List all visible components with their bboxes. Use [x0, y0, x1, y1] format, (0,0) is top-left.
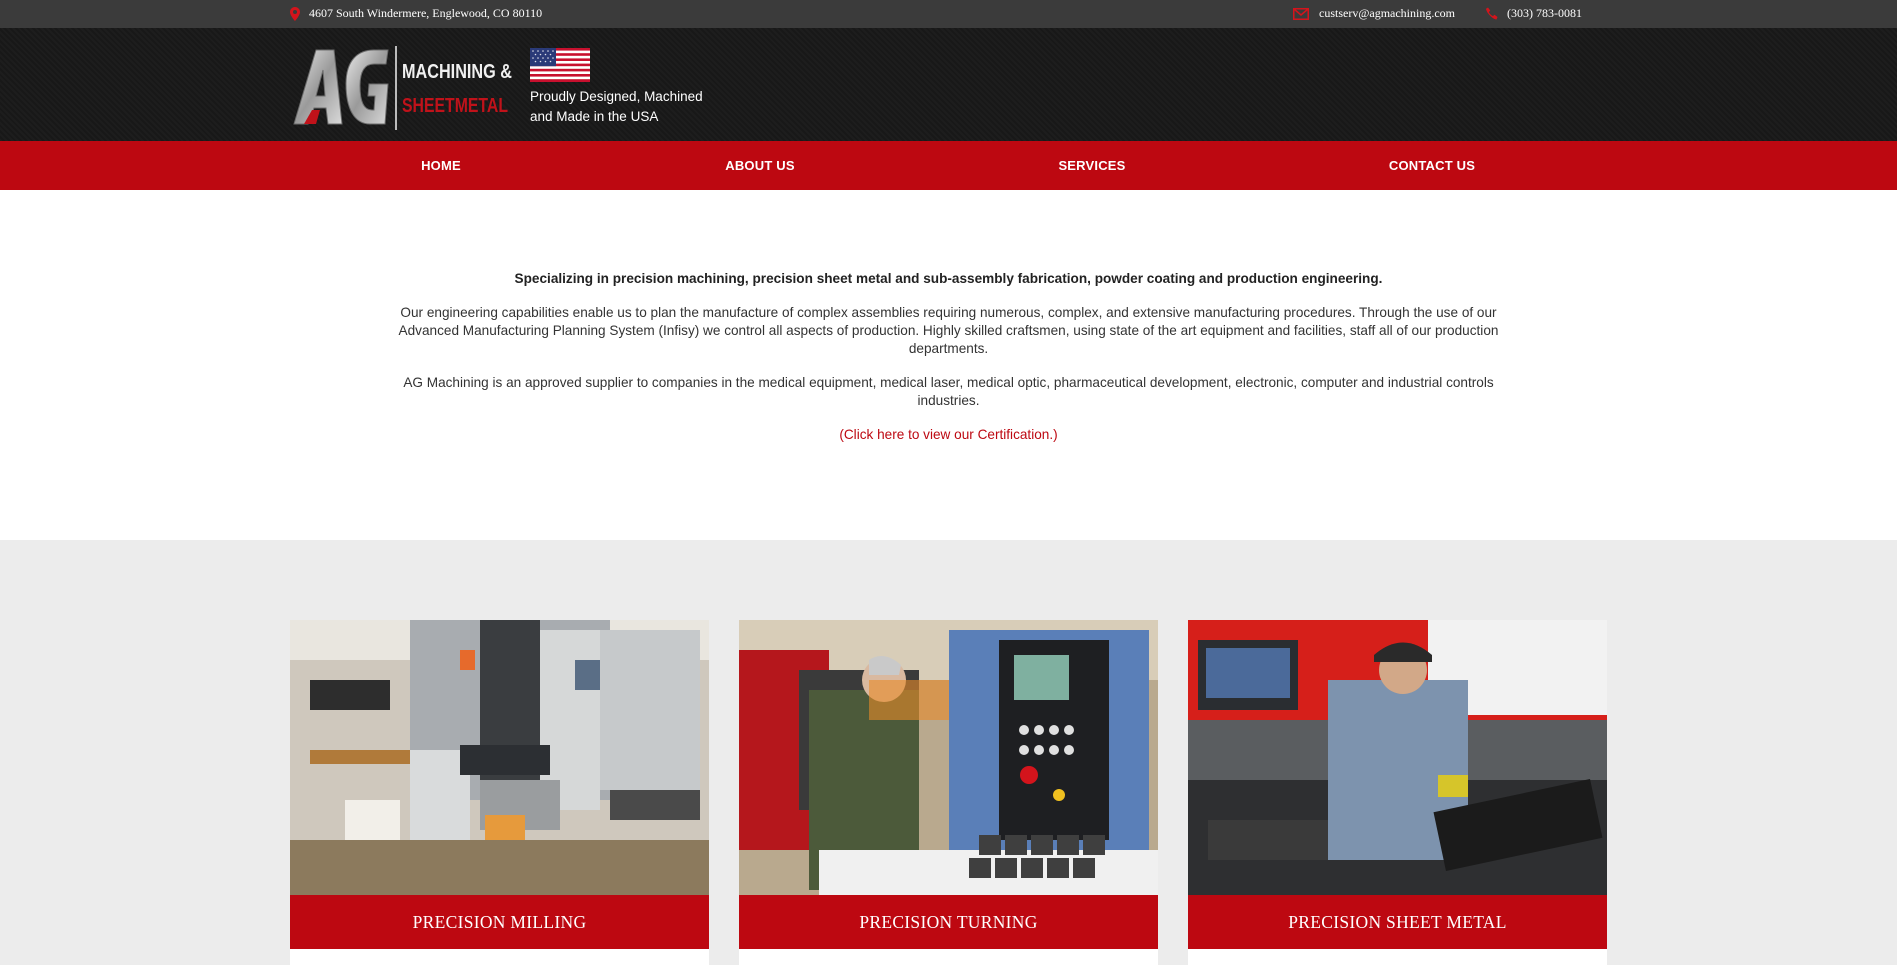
services-cards: PRECISION MILLING PRECISION TURNING PREC… [0, 540, 1897, 965]
top-contact-bar: 4607 South Windermere, Englewood, CO 801… [0, 0, 1897, 28]
card-precision-sheet-metal[interactable]: PRECISION SHEET METAL [1188, 620, 1607, 965]
logo-line2: SHEETMETAL [402, 95, 508, 117]
intro-section: Specializing in precision machining, pre… [0, 190, 1897, 540]
email-link[interactable]: custserv@agmachining.com [1293, 6, 1455, 21]
logo-line1: MACHINING & [402, 61, 512, 83]
envelope-icon [1293, 7, 1309, 20]
nav-about-us[interactable]: ABOUT US [700, 141, 820, 190]
company-logo[interactable]: MACHINING & SHEETMETAL [290, 42, 515, 132]
card-precision-turning[interactable]: PRECISION TURNING [739, 620, 1158, 965]
address-text: 4607 South Windermere, Englewood, CO 801… [309, 6, 543, 20]
email-text[interactable]: custserv@agmachining.com [1319, 6, 1455, 21]
sheet-metal-photo [1188, 620, 1607, 895]
phone-text[interactable]: (303) 783-0081 [1507, 6, 1582, 21]
tagline: Proudly Designed, Machined and Made in t… [530, 87, 730, 127]
address: 4607 South Windermere, Englewood, CO 801… [290, 6, 542, 21]
main-nav: HOME ABOUT US SERVICES CONTACT US [0, 141, 1897, 190]
cert-close-paren: ) [1053, 427, 1058, 442]
tagline-line2: and Made in the USA [530, 109, 659, 124]
us-flag-icon [530, 48, 590, 82]
nav-services[interactable]: SERVICES [1032, 141, 1152, 190]
nav-home[interactable]: HOME [381, 141, 501, 190]
turning-photo [739, 620, 1158, 895]
site-header: MACHINING & SHEETMETAL Proudly Designed,… [0, 28, 1897, 141]
intro-lead: Specializing in precision machining, pre… [514, 271, 1383, 286]
card-label-sheet-metal[interactable]: PRECISION SHEET METAL [1188, 895, 1607, 949]
intro-paragraph-1: Our engineering capabilities enable us t… [398, 305, 1499, 356]
nav-contact-us[interactable]: CONTACT US [1372, 141, 1492, 190]
card-precision-milling[interactable]: PRECISION MILLING [290, 620, 709, 965]
tagline-line1: Proudly Designed, Machined [530, 89, 703, 104]
milling-photo [290, 620, 709, 895]
phone-link[interactable]: (303) 783-0081 [1485, 6, 1582, 21]
certification-line: (Click here to view our Certification.) [379, 426, 1519, 444]
card-label-milling[interactable]: PRECISION MILLING [290, 895, 709, 949]
map-pin-icon [290, 6, 300, 21]
intro-paragraph-2: AG Machining is an approved supplier to … [403, 375, 1494, 408]
certification-link[interactable]: Click here to view our Certification. [844, 427, 1053, 442]
phone-icon [1485, 7, 1499, 21]
card-label-turning[interactable]: PRECISION TURNING [739, 895, 1158, 949]
